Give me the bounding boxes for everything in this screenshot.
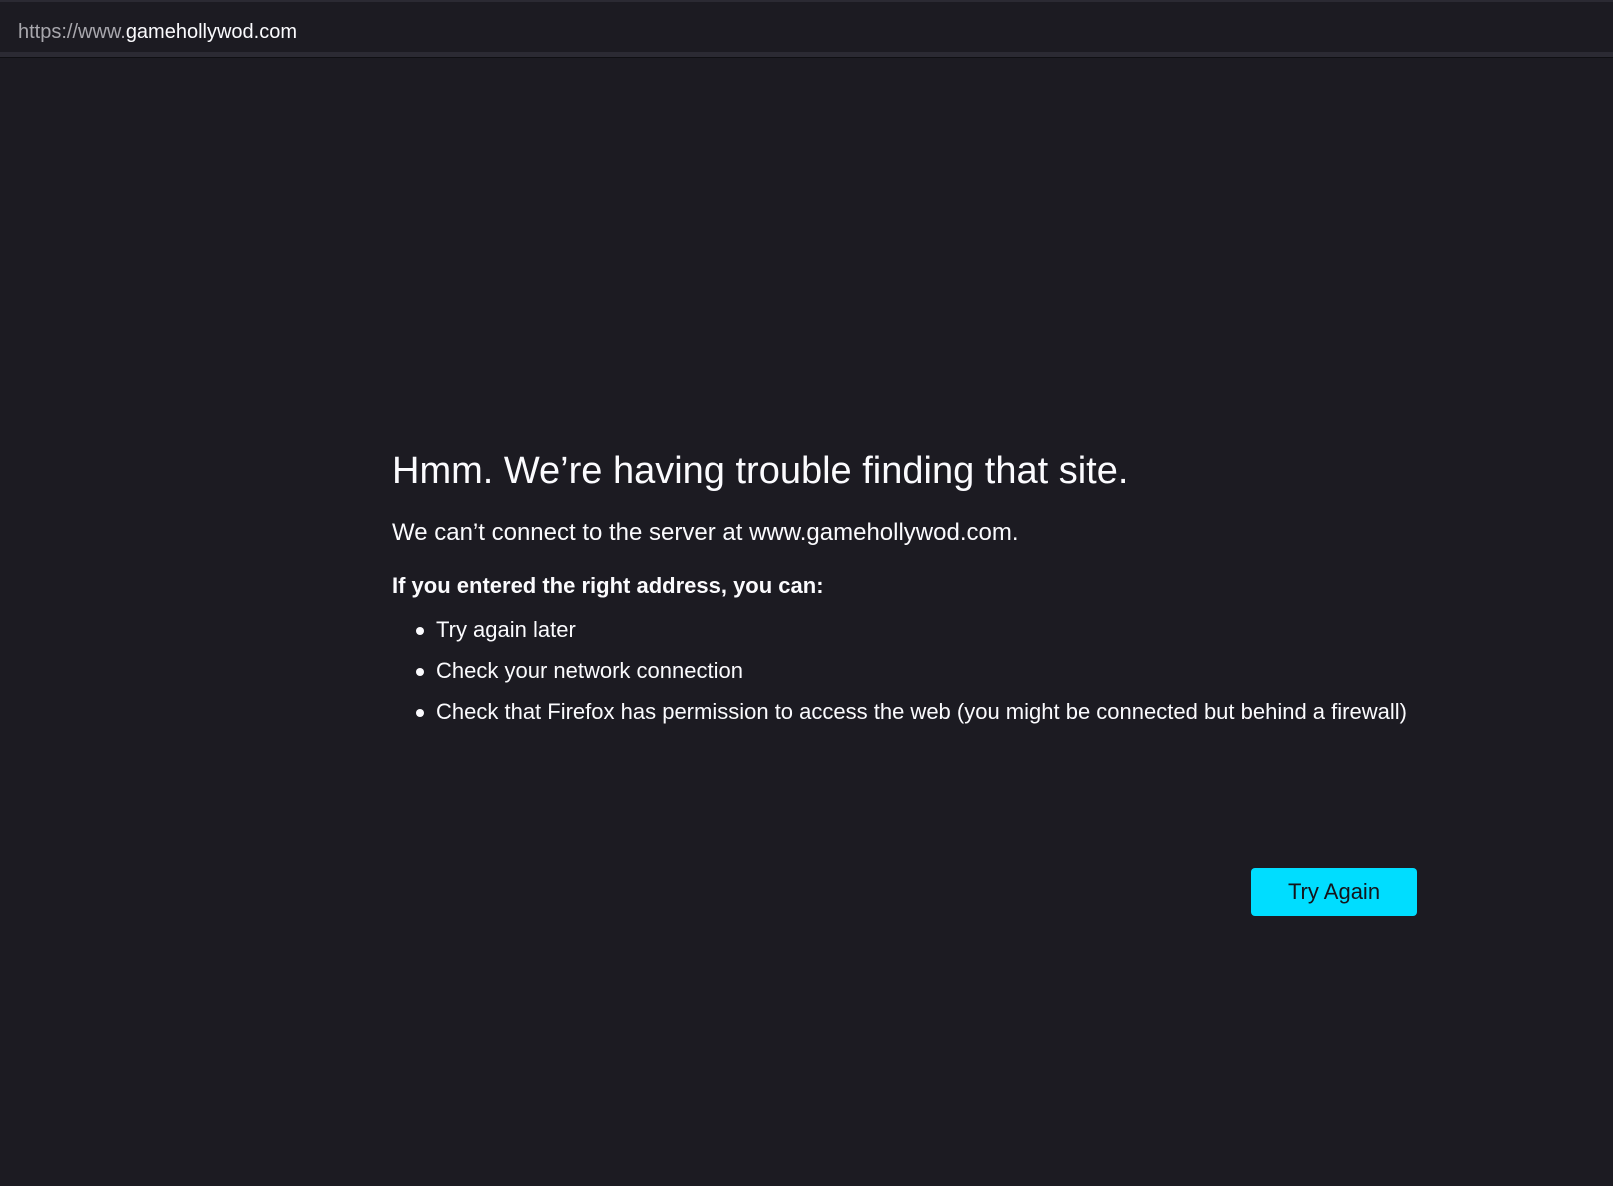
bullet-icon — [416, 709, 424, 717]
url-prefix: https://www. — [18, 21, 126, 43]
error-subheading: If you entered the right address, you ca… — [392, 573, 824, 598]
error-description: We can’t connect to the server at www.ga… — [392, 519, 1019, 546]
error-title: Hmm. We’re having trouble finding that s… — [392, 450, 1129, 492]
address-bar: https://www.gamehollywod.com — [0, 0, 1613, 52]
suggestion-text: Check your network connection — [436, 658, 743, 683]
url-domain: gamehollywod.com — [125, 21, 298, 43]
bullet-icon — [416, 627, 424, 635]
list-item: Check that Firefox has permission to acc… — [416, 698, 1432, 726]
bullet-icon — [416, 668, 424, 676]
error-page: Hmm. We’re having trouble finding that s… — [392, 448, 1432, 739]
url-text[interactable]: https://www.gamehollywod.com — [18, 21, 297, 43]
try-again-button[interactable]: Try Again — [1251, 868, 1417, 916]
suggestion-list: Try again later Check your network conne… — [392, 616, 1432, 726]
url-field[interactable]: https://www.gamehollywod.com — [0, 6, 1613, 50]
list-item: Check your network connection — [416, 657, 1432, 685]
suggestion-text: Try again later — [436, 617, 576, 642]
list-item: Try again later — [416, 616, 1432, 644]
suggestion-text: Check that Firefox has permission to acc… — [436, 699, 1407, 724]
